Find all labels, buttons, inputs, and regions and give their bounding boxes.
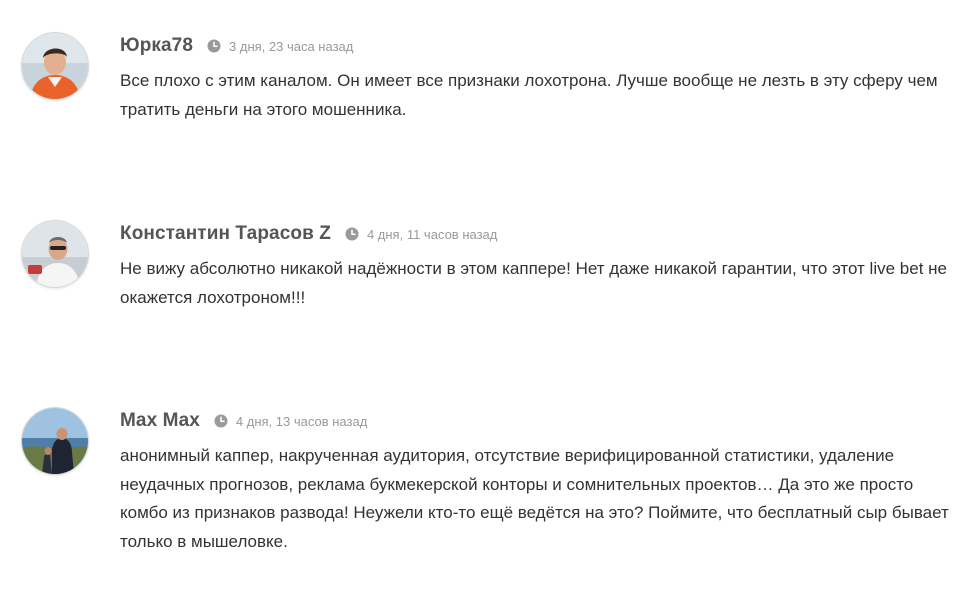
clock-icon [345, 227, 359, 241]
clock-icon [207, 39, 221, 53]
avatar[interactable] [22, 221, 88, 287]
comment-author[interactable]: Max Max [120, 410, 200, 432]
user-photo-icon [22, 33, 88, 99]
comment-time[interactable]: 4 дня, 11 часов назад [367, 227, 497, 242]
comment-text: анонимный каппер, накрученная аудитория,… [120, 446, 949, 551]
user-photo-icon [22, 408, 88, 474]
comment-text: Не вижу абсолютно никакой надёжности в э… [120, 259, 947, 307]
clock-icon [214, 414, 228, 428]
avatar[interactable] [22, 33, 88, 99]
comment-author[interactable]: Юрка78 [120, 35, 193, 57]
avatar[interactable] [22, 408, 88, 474]
comment-time[interactable]: 4 дня, 13 часов назад [236, 414, 367, 429]
comment-author[interactable]: Константин Тарасов Z [120, 223, 331, 245]
user-photo-icon [22, 221, 88, 287]
comment-time[interactable]: 3 дня, 23 часа назад [229, 39, 353, 54]
comment-text: Все плохо с этим каналом. Он имеет все п… [120, 71, 938, 119]
